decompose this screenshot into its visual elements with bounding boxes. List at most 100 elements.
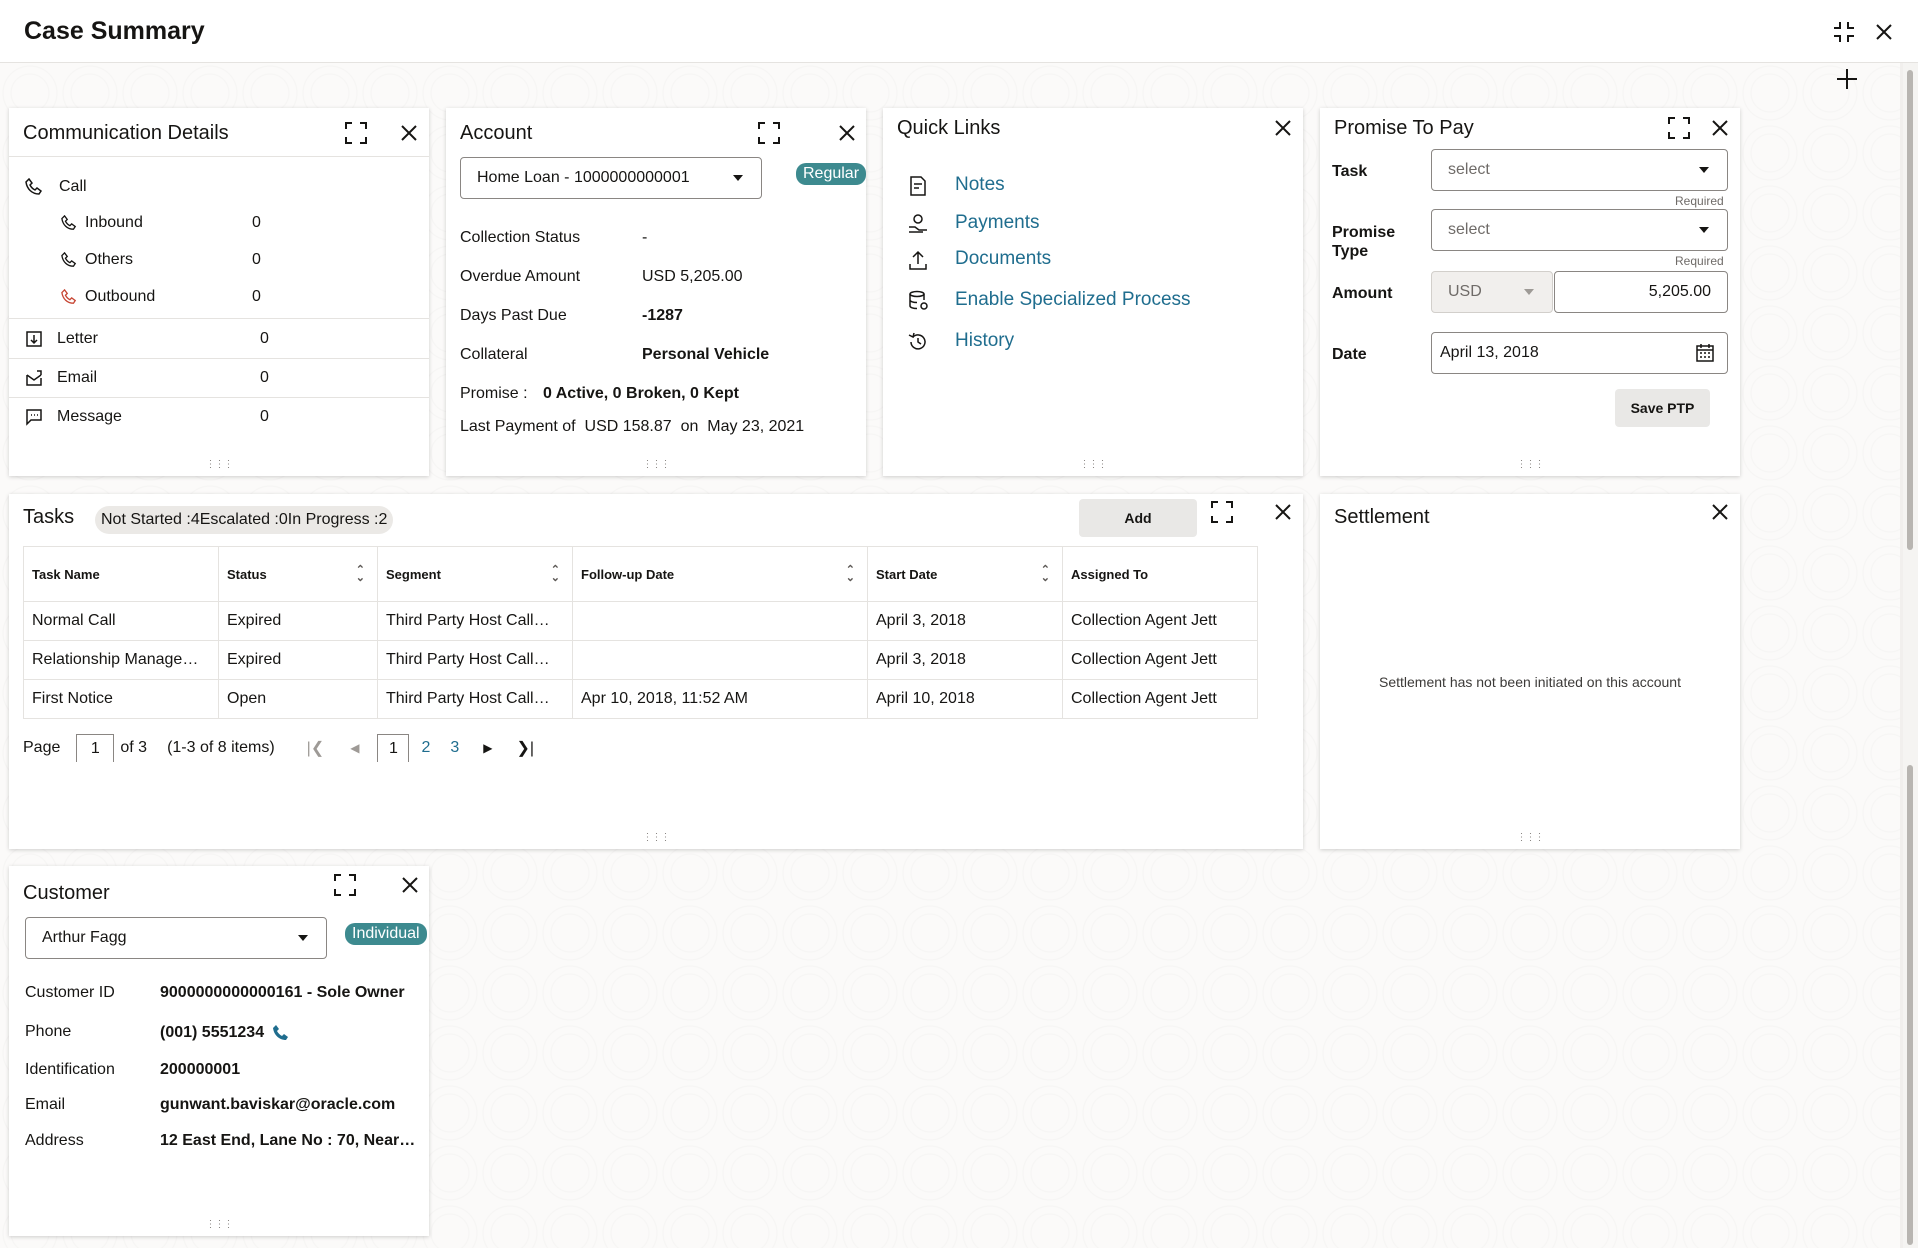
expand-icon[interactable] (343, 120, 369, 146)
column-header-status[interactable]: Status ⌃ ⌄ (218, 546, 378, 602)
tasks-card: Tasks Not Started :4Escalated :0In Progr… (9, 494, 1303, 849)
column-header-label: Status (227, 566, 267, 582)
cell-start-date: April 3, 2018 (867, 601, 1063, 641)
call-others-row: Others (61, 251, 133, 269)
close-icon[interactable] (1270, 499, 1296, 525)
currency-select[interactable]: USD (1431, 271, 1553, 313)
close-icon[interactable] (1270, 115, 1296, 141)
next-page-icon[interactable]: ▶ (483, 741, 492, 755)
page-input[interactable]: 1 (76, 734, 115, 762)
sort-icon[interactable]: ⌃ ⌄ (551, 565, 560, 584)
divider (9, 358, 429, 359)
column-header-assigned-to[interactable]: Assigned To (1062, 546, 1258, 602)
cell-task-name: Relationship Manage… (23, 640, 219, 680)
cell-assigned-to: Collection Agent Jett (1062, 601, 1258, 641)
message-row: Message (25, 408, 122, 426)
calendar-icon[interactable] (1695, 343, 1715, 368)
expand-icon[interactable] (1666, 115, 1692, 141)
previous-page-icon[interactable]: ◀ (350, 741, 359, 755)
enable-specialized-process-link[interactable]: Enable Specialized Process (955, 289, 1191, 311)
promise-label: Promise : (460, 385, 528, 402)
call-row: Call (25, 178, 87, 196)
top-bar: Case Summary (0, 0, 1918, 63)
close-icon[interactable] (397, 872, 423, 898)
currency-value: USD (1448, 283, 1482, 300)
amount-input[interactable]: 5,205.00 (1554, 271, 1728, 313)
field-label: Overdue Amount (460, 268, 581, 285)
table-row[interactable]: Normal Call Expired Third Party Host Cal… (23, 601, 1258, 641)
expand-icon[interactable] (332, 872, 358, 898)
date-label: Date (1332, 346, 1367, 363)
quick-links-card: Quick Links Notes Payments Documents Ena… (883, 108, 1303, 476)
field-label: Customer ID (25, 984, 115, 1001)
expand-icon[interactable] (1209, 499, 1235, 525)
collapse-icon[interactable] (1830, 18, 1858, 46)
divider (9, 397, 429, 398)
date-input[interactable]: April 13, 2018 (1431, 332, 1728, 374)
table-row[interactable]: First Notice Open Third Party Host Call…… (23, 679, 1258, 719)
promise-type-label-line: Promise (1332, 224, 1396, 241)
add-widget-icon[interactable] (1832, 64, 1862, 94)
account-type-badge: Regular (796, 163, 867, 185)
letter-count: 0 (260, 330, 269, 347)
field-value: gunwant.baviskar@oracle.com (160, 1096, 396, 1113)
sort-icon[interactable]: ⌃ ⌄ (846, 565, 855, 584)
add-task-button[interactable]: Add (1079, 499, 1197, 537)
resize-handle[interactable]: ⋮⋮⋮ (1517, 832, 1545, 843)
payments-link[interactable]: Payments (955, 212, 1039, 234)
task-select[interactable]: select (1431, 149, 1728, 191)
sort-icon[interactable]: ⌃ ⌄ (356, 565, 365, 584)
close-icon[interactable] (1707, 499, 1733, 525)
promise-type-select[interactable]: select (1431, 209, 1728, 251)
card-title: Communication Details (23, 122, 229, 144)
first-page-icon[interactable]: |❮ (307, 738, 325, 758)
call-type-label: Outbound (85, 288, 156, 305)
customer-select[interactable]: Arthur Fagg (25, 917, 327, 959)
close-icon[interactable] (834, 120, 860, 146)
history-icon (905, 329, 931, 355)
column-header-follow-up-date[interactable]: Follow-up Date ⌃ ⌄ (572, 546, 868, 602)
pagination: Page 1 of 3 (1-3 of 8 items) |❮ ◀ 1 2 3 … (23, 734, 534, 762)
documents-link[interactable]: Documents (955, 248, 1051, 270)
column-header-segment[interactable]: Segment ⌃ ⌄ (377, 546, 573, 602)
last-page-icon[interactable]: ❯| (517, 738, 535, 758)
resize-handle[interactable]: ⋮⋮⋮ (643, 832, 671, 843)
customer-card: Customer Arthur Fagg Individual Customer… (9, 866, 429, 1236)
page-1-button[interactable]: 1 (377, 734, 410, 762)
letter-icon (25, 330, 43, 348)
resize-handle[interactable]: ⋮⋮⋮ (206, 1219, 234, 1230)
page-2-button[interactable]: 2 (421, 739, 430, 757)
phone-value-row: (001) 5551234 (160, 1024, 290, 1042)
sort-icon[interactable]: ⌃ ⌄ (1041, 565, 1050, 584)
cell-follow-up-date (572, 640, 868, 680)
resize-handle[interactable]: ⋮⋮⋮ (643, 459, 671, 470)
task-select-placeholder: select (1448, 161, 1490, 178)
phone-call-icon[interactable] (272, 1024, 290, 1042)
close-icon[interactable] (1707, 115, 1733, 141)
cell-segment: Third Party Host Call… (377, 601, 573, 641)
field-label: Days Past Due (460, 307, 567, 324)
save-ptp-button[interactable]: Save PTP (1615, 389, 1710, 427)
history-link[interactable]: History (955, 330, 1014, 352)
required-hint: Required (1675, 254, 1724, 268)
expand-icon[interactable] (756, 120, 782, 146)
card-title: Promise To Pay (1334, 117, 1474, 139)
settlement-empty-message: Settlement has not been initiated on thi… (1379, 674, 1681, 690)
page-3-button[interactable]: 3 (450, 739, 459, 757)
notes-link[interactable]: Notes (955, 174, 1005, 196)
divider (9, 318, 429, 319)
scrollbar-thumb[interactable] (1907, 70, 1913, 550)
resize-handle[interactable]: ⋮⋮⋮ (1517, 459, 1545, 470)
close-icon[interactable] (1870, 18, 1898, 46)
column-header-start-date[interactable]: Start Date ⌃ ⌄ (867, 546, 1063, 602)
field-value: -1287 (642, 307, 683, 324)
cell-assigned-to: Collection Agent Jett (1062, 679, 1258, 719)
table-row[interactable]: Relationship Manage… Expired Third Party… (23, 640, 1258, 680)
chevron-down-icon (733, 175, 743, 181)
account-select[interactable]: Home Loan - 1000000000001 (460, 157, 762, 199)
resize-handle[interactable]: ⋮⋮⋮ (206, 459, 234, 470)
close-icon[interactable] (396, 120, 422, 146)
resize-handle[interactable]: ⋮⋮⋮ (1080, 459, 1108, 470)
column-header-task-name[interactable]: Task Name (23, 546, 219, 602)
scrollbar-thumb-lower[interactable] (1907, 765, 1913, 1245)
